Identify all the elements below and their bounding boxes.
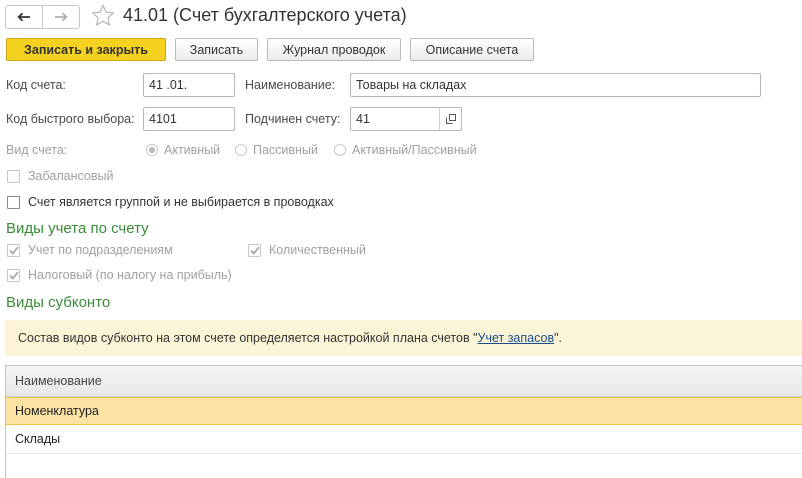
type-option-active[interactable]: Активный (146, 143, 220, 157)
table-cell: Номенклатура (15, 404, 99, 418)
offbalance-label: Забалансовый (28, 169, 114, 183)
save-button[interactable]: Записать (175, 38, 258, 61)
checkbox-checked-icon (7, 268, 20, 282)
table-row[interactable]: Склады (6, 425, 802, 454)
type-option-active-passive-label: Активный/Пассивный (352, 143, 477, 157)
group-checkbox[interactable]: Счет является группой и не выбирается в … (7, 195, 334, 209)
tax-checkbox[interactable]: Налоговый (по налогу на прибыль) (7, 268, 232, 282)
inventory-accounting-link[interactable]: Учет запасов (478, 331, 555, 345)
arrow-right-icon (55, 12, 68, 22)
info-text-prefix: Состав видов субконто на этом счете опре… (18, 331, 478, 345)
checkbox-checked-icon (248, 243, 261, 257)
checkbox-empty-icon (7, 195, 20, 209)
radio-passive-icon (235, 144, 247, 156)
checkbox-empty-icon (7, 169, 20, 183)
parent-account-value: 41 (356, 112, 370, 126)
by-division-checkbox[interactable]: Учет по подразделениям (7, 243, 173, 257)
radio-active-icon (146, 144, 158, 156)
info-text-suffix: ". (554, 331, 563, 345)
page-title: 41.01 (Счет бухгалтерского учета) (123, 5, 407, 25)
by-division-label: Учет по подразделениям (28, 243, 173, 257)
account-code-label: Код счета: (6, 78, 66, 92)
table-cell: Склады (15, 432, 61, 446)
account-type-label: Вид счета: (6, 143, 68, 157)
quick-code-field[interactable]: 4101 (143, 107, 235, 131)
tax-label: Налоговый (по налогу на прибыль) (28, 268, 232, 282)
type-option-active-passive[interactable]: Активный/Пассивный (334, 143, 477, 157)
name-label: Наименование: (245, 78, 336, 92)
checkbox-checked-icon (7, 243, 20, 257)
radio-active-passive-icon (334, 144, 346, 156)
offbalance-checkbox[interactable]: Забалансовый (7, 169, 113, 183)
group-label: Счет является группой и не выбирается в … (28, 195, 334, 209)
quantitative-checkbox[interactable]: Количественный (248, 243, 366, 257)
name-field[interactable]: Товары на складах (350, 73, 761, 97)
open-window-icon (445, 114, 456, 124)
open-parent-button[interactable] (439, 108, 461, 130)
subconto-info-panel: Состав видов субконто на этом счете опре… (5, 320, 802, 356)
favorite-star-icon[interactable] (91, 4, 115, 30)
table-row[interactable]: Номенклатура (6, 397, 802, 425)
type-option-active-label: Активный (164, 143, 221, 157)
back-button[interactable] (6, 6, 42, 28)
accounting-types-title: Виды учета по счету (6, 220, 149, 237)
table-header[interactable]: Наименование (6, 366, 802, 397)
parent-account-field[interactable]: 41 (350, 107, 462, 131)
arrow-left-icon (17, 12, 30, 22)
parent-account-label: Подчинен счету: (245, 112, 341, 126)
quick-code-label: Код быстрого выбора: (6, 112, 135, 126)
subconto-table: Наименование Номенклатура Склады (5, 365, 802, 478)
history-nav (5, 5, 80, 29)
column-header-name: Наименование (15, 374, 102, 388)
quantitative-label: Количественный (269, 243, 366, 257)
forward-button[interactable] (42, 6, 79, 28)
account-description-button[interactable]: Описание счета (410, 38, 534, 61)
journal-button[interactable]: Журнал проводок (267, 38, 401, 61)
save-and-close-button[interactable]: Записать и закрыть (6, 38, 166, 61)
subconto-title: Виды субконто (6, 294, 111, 311)
account-code-field[interactable]: 41 .01. (143, 73, 235, 97)
type-option-passive[interactable]: Пассивный (235, 143, 318, 157)
type-option-passive-label: Пассивный (253, 143, 318, 157)
